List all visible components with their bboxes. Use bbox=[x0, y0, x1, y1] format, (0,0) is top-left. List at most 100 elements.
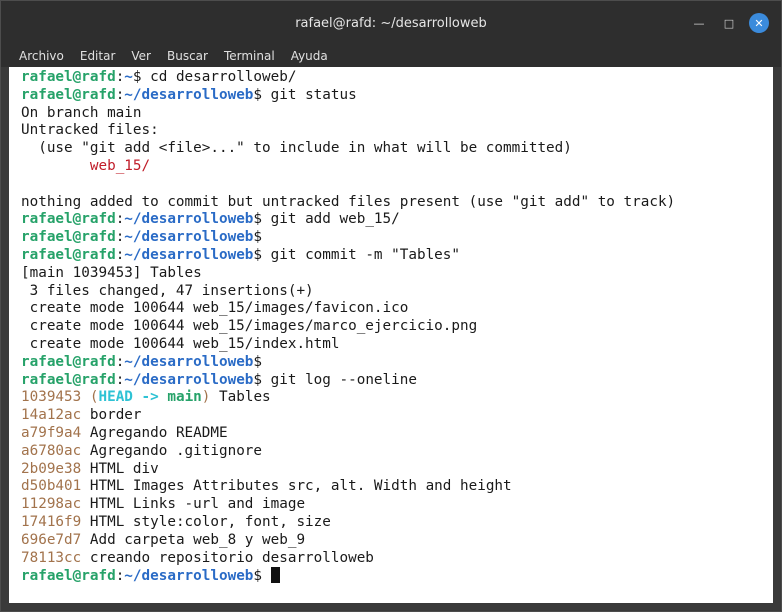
output-text: nothing added to commit but untracked fi… bbox=[21, 193, 676, 210]
commit-message: HTML Images Attributes src, alt. Width a… bbox=[81, 478, 512, 495]
window-controls: — □ ✕ bbox=[689, 13, 769, 33]
terminal-line: rafael@rafd:~$ cd desarrolloweb/ bbox=[21, 69, 761, 87]
menu-ver[interactable]: Ver bbox=[123, 49, 159, 63]
terminal-window: rafael@rafd: ~/desarrolloweb — □ ✕ Archi… bbox=[0, 0, 782, 612]
commit-hash: 11298ac bbox=[21, 496, 82, 513]
maximize-icon[interactable]: □ bbox=[719, 13, 739, 33]
commit-hash: a6780ac bbox=[21, 442, 82, 459]
cursor bbox=[270, 567, 280, 584]
close-icon[interactable]: ✕ bbox=[749, 13, 769, 33]
prompt-path: ~/desarrolloweb bbox=[124, 86, 254, 103]
prompt-separator: : bbox=[115, 211, 125, 228]
prompt-separator: : bbox=[115, 371, 125, 388]
menu-editar[interactable]: Editar bbox=[72, 49, 124, 63]
prompt-symbol: $ bbox=[253, 353, 263, 370]
terminal-line: [main 1039453] Tables bbox=[21, 265, 761, 283]
commit-hash: 14a12ac bbox=[21, 407, 82, 424]
terminal-line: d50b401 HTML Images Attributes src, alt.… bbox=[21, 478, 761, 496]
commit-message: border bbox=[81, 407, 142, 424]
prompt-symbol: $ bbox=[253, 246, 263, 263]
commit-message: Tables bbox=[210, 389, 271, 406]
terminal-line: (use "git add <file>..." to include in w… bbox=[21, 140, 761, 158]
terminal-output[interactable]: rafael@rafd:~$ cd desarrolloweb/rafael@r… bbox=[1, 67, 781, 611]
terminal-line: 78113cc creando repositorio desarrollowe… bbox=[21, 550, 761, 568]
terminal-line: 2b09e38 HTML div bbox=[21, 461, 761, 479]
prompt-separator: : bbox=[115, 568, 125, 585]
terminal-line: Untracked files: bbox=[21, 122, 761, 140]
branch-ref: main bbox=[167, 389, 202, 406]
minimize-icon[interactable]: — bbox=[689, 13, 709, 33]
prompt-user: rafael@rafd bbox=[21, 353, 116, 370]
commit-message: HTML div bbox=[81, 460, 159, 477]
command-text: git status bbox=[262, 86, 357, 103]
prompt-symbol: $ bbox=[253, 211, 263, 228]
output-text: create mode 100644 web_15/images/favicon… bbox=[21, 300, 409, 317]
prompt-path: ~/desarrolloweb bbox=[124, 353, 254, 370]
untracked-file: web_15/ bbox=[89, 157, 151, 174]
commit-hash: 1039453 bbox=[21, 389, 82, 406]
prompt-separator: : bbox=[115, 86, 125, 103]
terminal-line: nothing added to commit but untracked fi… bbox=[21, 194, 761, 212]
commit-hash: 696e7d7 bbox=[21, 531, 82, 548]
prompt-symbol: $ bbox=[253, 86, 263, 103]
menu-ayuda[interactable]: Ayuda bbox=[283, 49, 336, 63]
terminal-line: 11298ac HTML Links -url and image bbox=[21, 496, 761, 514]
terminal-line: rafael@rafd:~/desarrolloweb$ bbox=[21, 229, 761, 247]
window-title: rafael@rafd: ~/desarrolloweb bbox=[295, 15, 487, 31]
command-text: git commit -m "Tables" bbox=[262, 246, 461, 263]
prompt-user: rafael@rafd bbox=[21, 371, 116, 388]
terminal-line: rafael@rafd:~/desarrolloweb$ git log --o… bbox=[21, 372, 761, 390]
output-text: (use "git add <file>..." to include in w… bbox=[21, 140, 572, 157]
commit-hash: a79f9a4 bbox=[21, 424, 82, 441]
commit-message: creando repositorio desarrolloweb bbox=[81, 549, 374, 566]
prompt-path: ~/desarrolloweb bbox=[124, 568, 254, 585]
menu-buscar[interactable]: Buscar bbox=[159, 49, 216, 63]
menu-archivo[interactable]: Archivo bbox=[11, 49, 72, 63]
terminal-line: rafael@rafd:~/desarrolloweb$ git add web… bbox=[21, 211, 761, 229]
prompt-path: ~/desarrolloweb bbox=[124, 371, 254, 388]
menu-bar: Archivo Editar Ver Buscar Terminal Ayuda bbox=[1, 45, 781, 67]
command-text: git add web_15/ bbox=[262, 211, 400, 228]
terminal-line: create mode 100644 web_15/images/marco_e… bbox=[21, 318, 761, 336]
terminal-line: 696e7d7 Add carpeta web_8 y web_9 bbox=[21, 532, 761, 550]
prompt-user: rafael@rafd bbox=[21, 229, 116, 246]
prompt-user: rafael@rafd bbox=[21, 211, 116, 228]
prompt-separator: : bbox=[115, 229, 125, 246]
commit-hash: 78113cc bbox=[21, 549, 82, 566]
command-text: cd desarrolloweb/ bbox=[141, 69, 297, 85]
terminal-line: create mode 100644 web_15/images/favicon… bbox=[21, 300, 761, 318]
output-text: Untracked files: bbox=[21, 122, 159, 139]
commit-message: HTML Links -url and image bbox=[81, 496, 306, 513]
command-text: git log --oneline bbox=[262, 371, 417, 388]
terminal-line: 1039453 (HEAD -> main) Tables bbox=[21, 389, 761, 407]
prompt-user: rafael@rafd bbox=[21, 246, 116, 263]
title-bar[interactable]: rafael@rafd: ~/desarrolloweb — □ ✕ bbox=[1, 1, 781, 45]
commit-message: Agregando .gitignore bbox=[81, 442, 263, 459]
output-text: create mode 100644 web_15/images/marco_e… bbox=[21, 318, 478, 335]
prompt-symbol: $ bbox=[132, 69, 142, 85]
commit-message: HTML style:color, font, size bbox=[81, 513, 331, 530]
terminal-line: 17416f9 HTML style:color, font, size bbox=[21, 514, 761, 532]
terminal-line: rafael@rafd:~/desarrolloweb$ bbox=[21, 567, 761, 585]
terminal-line: a6780ac Agregando .gitignore bbox=[21, 443, 761, 461]
prompt-path: ~/desarrolloweb bbox=[124, 246, 254, 263]
output-text: 3 files changed, 47 insertions(+) bbox=[21, 282, 314, 299]
prompt-symbol: $ bbox=[253, 568, 263, 585]
terminal-line: create mode 100644 web_15/index.html bbox=[21, 336, 761, 354]
terminal-line: rafael@rafd:~/desarrolloweb$ git commit … bbox=[21, 247, 761, 265]
commit-message: Agregando README bbox=[81, 424, 228, 441]
terminal-line: rafael@rafd:~/desarrolloweb$ git status bbox=[21, 87, 761, 105]
prompt-symbol: $ bbox=[253, 371, 263, 388]
terminal-line: 14a12ac border bbox=[21, 407, 761, 425]
head-ref: HEAD -> bbox=[98, 389, 168, 406]
terminal-line: a79f9a4 Agregando README bbox=[21, 425, 761, 443]
prompt-path: ~/desarrolloweb bbox=[124, 229, 254, 246]
menu-terminal[interactable]: Terminal bbox=[216, 49, 283, 63]
commit-hash: d50b401 bbox=[21, 478, 82, 495]
commit-message: Add carpeta web_8 y web_9 bbox=[81, 531, 306, 548]
prompt-user: rafael@rafd bbox=[21, 86, 116, 103]
prompt-path: ~ bbox=[124, 69, 133, 85]
terminal-line: 3 files changed, 47 insertions(+) bbox=[21, 283, 761, 301]
terminal-line: web_15/ bbox=[21, 158, 761, 176]
